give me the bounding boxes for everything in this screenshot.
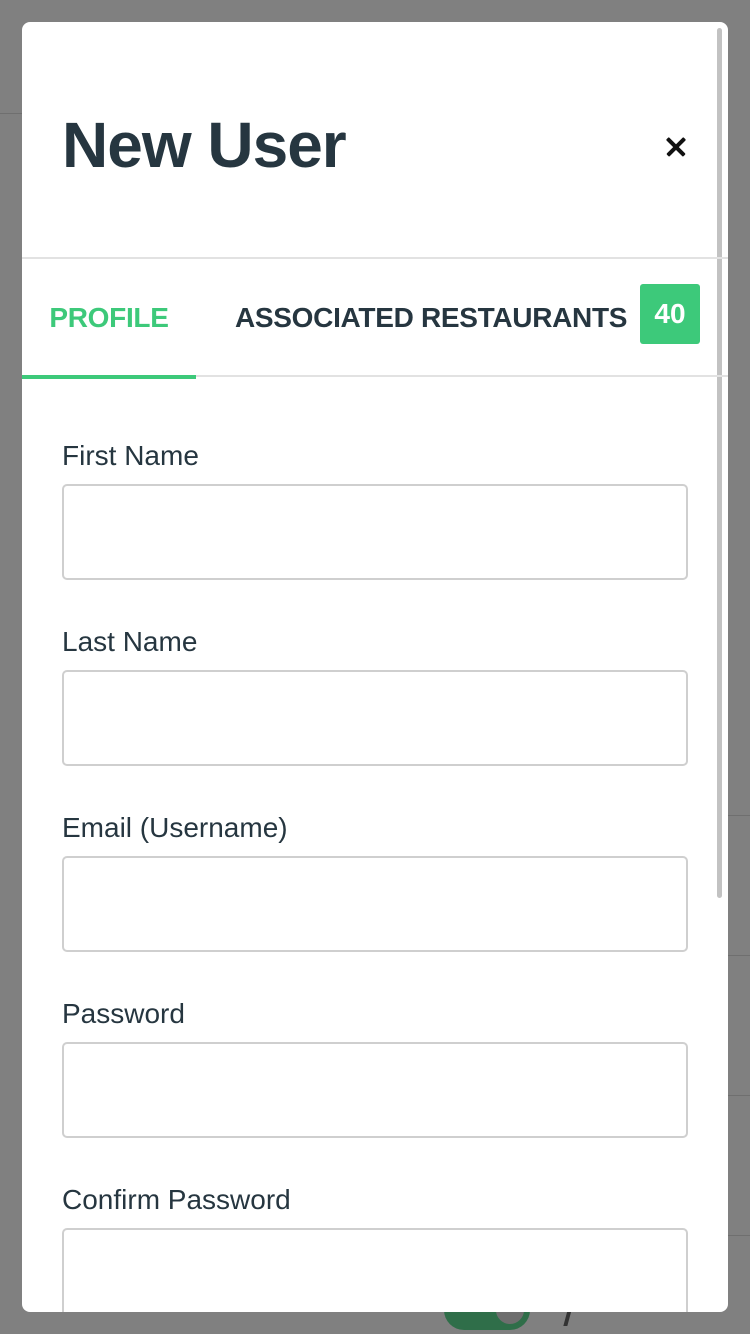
active-tab-indicator — [22, 375, 196, 379]
last-name-input[interactable] — [62, 670, 688, 766]
tab-associated-restaurants-label: ASSOCIATED RESTAURANTS — [235, 302, 628, 333]
tab-bar: PROFILE ASSOCIATED RESTAURANTS 40 — [22, 261, 728, 379]
first-name-label: First Name — [62, 440, 199, 471]
confirm-password-input[interactable] — [62, 1228, 688, 1312]
password-input[interactable] — [62, 1042, 688, 1138]
new-user-modal: New User PROFILE ASSOCIATED RESTAURANTS … — [22, 22, 728, 1312]
tab-profile-label: PROFILE — [49, 302, 169, 333]
confirm-password-label: Confirm Password — [62, 1184, 291, 1215]
email-input[interactable] — [62, 856, 688, 952]
modal-title: New User — [62, 109, 347, 181]
background-divider — [0, 113, 22, 114]
last-name-label: Last Name — [62, 626, 198, 657]
email-label: Email (Username) — [62, 812, 288, 843]
tab-profile[interactable]: PROFILE — [22, 261, 196, 379]
tab-associated-restaurants[interactable]: ASSOCIATED RESTAURANTS — [235, 261, 627, 377]
restaurants-count-badge: 40 — [640, 284, 700, 344]
first-name-input[interactable] — [62, 484, 688, 580]
modal-header: New User — [22, 22, 728, 259]
password-label: Password — [62, 998, 185, 1029]
close-icon[interactable] — [662, 132, 692, 162]
